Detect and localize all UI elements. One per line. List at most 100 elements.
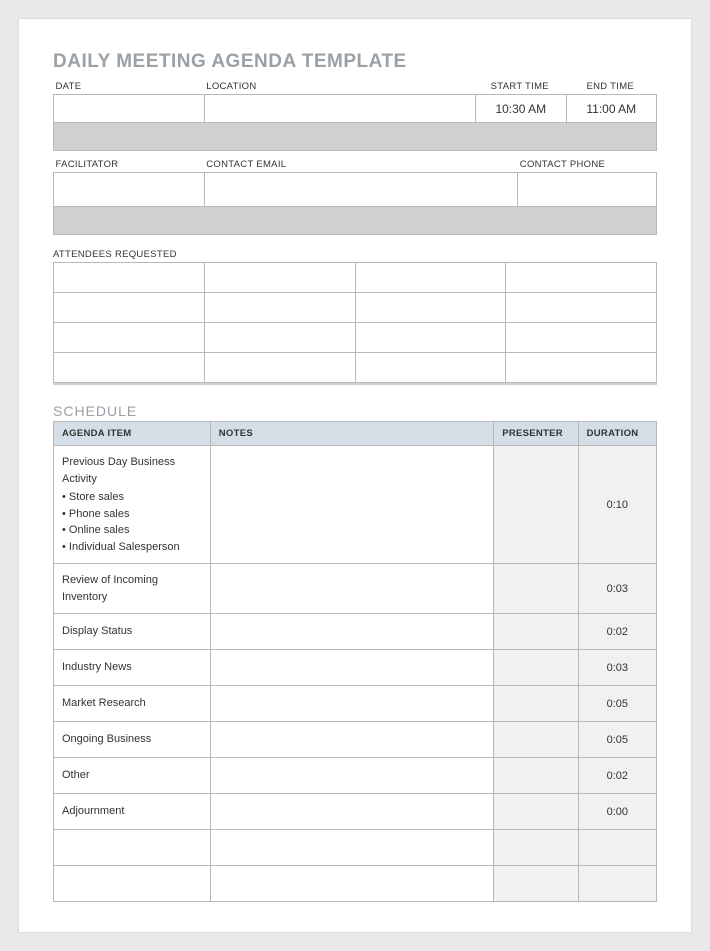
value-end-time[interactable]: 11:00 AM (566, 95, 656, 123)
table-row: Review of Incoming Inventory 0:03 (54, 564, 657, 614)
agenda-item-text: Other (62, 769, 90, 781)
duration-cell[interactable]: 0:03 (578, 564, 656, 614)
agenda-item-bullet: Phone sales (62, 506, 202, 523)
duration-cell[interactable]: 0:03 (578, 650, 656, 686)
notes-cell[interactable] (210, 866, 493, 902)
label-location: LOCATION (204, 79, 475, 95)
agenda-item-cell[interactable] (54, 830, 211, 866)
label-date: DATE (54, 79, 205, 95)
page-title: DAILY MEETING AGENDA TEMPLATE (53, 51, 657, 73)
meeting-info-table-1: DATE LOCATION START TIME END TIME 10:30 … (53, 79, 657, 151)
label-end-time: END TIME (566, 79, 656, 95)
agenda-item-text: Adjournment (62, 805, 124, 817)
agenda-item-text: Industry News (62, 661, 132, 673)
presenter-cell[interactable] (494, 794, 578, 830)
attendee-cell[interactable] (355, 323, 506, 353)
label-contact-email: CONTACT EMAIL (204, 157, 518, 173)
value-location[interactable] (204, 95, 475, 123)
duration-cell[interactable]: 0:00 (578, 794, 656, 830)
agenda-item-text: Market Research (62, 697, 146, 709)
col-presenter: PRESENTER (494, 422, 578, 446)
agenda-item-bullet: Individual Salesperson (62, 539, 202, 556)
attendee-cell[interactable] (355, 293, 506, 323)
col-notes: NOTES (210, 422, 493, 446)
attendee-cell[interactable] (204, 323, 355, 353)
attendee-cell[interactable] (506, 293, 657, 323)
duration-cell[interactable]: 0:05 (578, 722, 656, 758)
divider (53, 383, 657, 385)
table-row: Previous Day Business ActivityStore sale… (54, 446, 657, 564)
document-page: DAILY MEETING AGENDA TEMPLATE DATE LOCAT… (18, 18, 692, 933)
attendee-cell[interactable] (355, 263, 506, 293)
table-row: Ongoing Business 0:05 (54, 722, 657, 758)
attendee-cell[interactable] (355, 353, 506, 383)
label-start-time: START TIME (476, 79, 566, 95)
attendee-cell[interactable] (506, 353, 657, 383)
agenda-item-cell[interactable]: Market Research (54, 686, 211, 722)
value-contact-email[interactable] (204, 173, 518, 207)
notes-cell[interactable] (210, 614, 493, 650)
agenda-item-cell[interactable]: Adjournment (54, 794, 211, 830)
presenter-cell[interactable] (494, 614, 578, 650)
agenda-item-cell[interactable]: Other (54, 758, 211, 794)
attendee-cell[interactable] (54, 323, 205, 353)
table-row: Market Research 0:05 (54, 686, 657, 722)
agenda-item-cell[interactable]: Review of Incoming Inventory (54, 564, 211, 614)
presenter-cell[interactable] (494, 446, 578, 564)
attendee-cell[interactable] (54, 263, 205, 293)
presenter-cell[interactable] (494, 564, 578, 614)
value-date[interactable] (54, 95, 205, 123)
table-row: Adjournment 0:00 (54, 794, 657, 830)
attendee-cell[interactable] (54, 353, 205, 383)
table-row: Industry News 0:03 (54, 650, 657, 686)
duration-cell[interactable]: 0:10 (578, 446, 656, 564)
notes-cell[interactable] (210, 758, 493, 794)
agenda-item-bullets: Store salesPhone salesOnline salesIndivi… (62, 489, 202, 555)
agenda-item-bullet: Online sales (62, 522, 202, 539)
col-agenda-item: AGENDA ITEM (54, 422, 211, 446)
label-contact-phone: CONTACT PHONE (518, 157, 657, 173)
meeting-info-table-2: FACILITATOR CONTACT EMAIL CONTACT PHONE (53, 157, 657, 235)
attendee-cell[interactable] (506, 323, 657, 353)
agenda-item-cell[interactable]: Previous Day Business ActivityStore sale… (54, 446, 211, 564)
agenda-item-text: Review of Incoming Inventory (62, 574, 158, 603)
notes-cell[interactable] (210, 686, 493, 722)
agenda-item-cell[interactable]: Ongoing Business (54, 722, 211, 758)
presenter-cell[interactable] (494, 686, 578, 722)
duration-cell[interactable]: 0:05 (578, 686, 656, 722)
presenter-cell[interactable] (494, 830, 578, 866)
notes-cell[interactable] (210, 446, 493, 564)
value-start-time[interactable]: 10:30 AM (476, 95, 566, 123)
duration-cell[interactable] (578, 830, 656, 866)
notes-cell[interactable] (210, 794, 493, 830)
value-contact-phone[interactable] (518, 173, 657, 207)
agenda-item-cell[interactable] (54, 866, 211, 902)
duration-cell[interactable]: 0:02 (578, 614, 656, 650)
notes-cell[interactable] (210, 830, 493, 866)
presenter-cell[interactable] (494, 758, 578, 794)
table-row (54, 866, 657, 902)
table-row: Other 0:02 (54, 758, 657, 794)
value-facilitator[interactable] (54, 173, 205, 207)
table-row: Display Status 0:02 (54, 614, 657, 650)
schedule-table: AGENDA ITEM NOTES PRESENTER DURATION Pre… (53, 421, 657, 902)
duration-cell[interactable]: 0:02 (578, 758, 656, 794)
attendees-grid (53, 262, 657, 383)
attendee-cell[interactable] (204, 353, 355, 383)
agenda-item-bullet: Store sales (62, 489, 202, 506)
notes-cell[interactable] (210, 722, 493, 758)
agenda-item-text: Display Status (62, 625, 132, 637)
notes-cell[interactable] (210, 564, 493, 614)
presenter-cell[interactable] (494, 650, 578, 686)
attendee-cell[interactable] (204, 293, 355, 323)
duration-cell[interactable] (578, 866, 656, 902)
notes-cell[interactable] (210, 650, 493, 686)
attendee-cell[interactable] (506, 263, 657, 293)
presenter-cell[interactable] (494, 722, 578, 758)
agenda-item-cell[interactable]: Display Status (54, 614, 211, 650)
attendee-cell[interactable] (54, 293, 205, 323)
attendee-cell[interactable] (204, 263, 355, 293)
col-duration: DURATION (578, 422, 656, 446)
presenter-cell[interactable] (494, 866, 578, 902)
agenda-item-cell[interactable]: Industry News (54, 650, 211, 686)
